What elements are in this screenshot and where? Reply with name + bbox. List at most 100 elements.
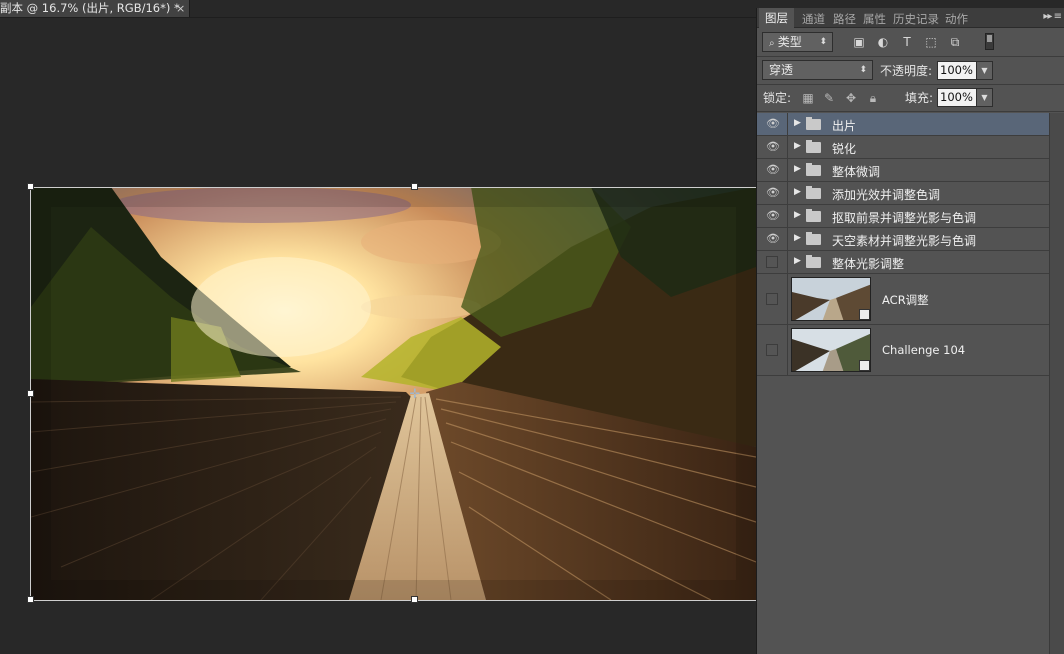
eye-icon[interactable]: 👁︎ bbox=[766, 118, 780, 129]
folder-icon bbox=[806, 140, 821, 153]
visibility-cell[interactable]: 👁︎ bbox=[757, 182, 788, 204]
panel-tab-bar: 图层 通道 路径 属性 历史记录 动作 ▸▸ ≡ bbox=[757, 8, 1064, 29]
eye-icon[interactable]: 👁︎ bbox=[766, 233, 780, 244]
tab-actions[interactable]: 动作 bbox=[945, 11, 968, 27]
fill-input[interactable]: 100% bbox=[937, 88, 977, 107]
layer-name: 整体微调 bbox=[832, 165, 881, 179]
adjustment-filter-icon[interactable]: ◐ bbox=[876, 35, 890, 49]
visibility-cell[interactable]: 👁︎ bbox=[757, 228, 788, 250]
layer-row[interactable]: ACR调整 bbox=[757, 274, 1049, 325]
panel-divider bbox=[757, 84, 1064, 85]
eye-icon[interactable]: 👁︎ bbox=[766, 210, 780, 221]
layer-row[interactable]: 👁︎ ▶ 天空素材并调整光影与色调 bbox=[757, 228, 1049, 251]
expand-triangle-icon[interactable]: ▶ bbox=[794, 256, 801, 266]
close-tab-icon[interactable]: × bbox=[176, 0, 185, 17]
visibility-cell[interactable]: 👁︎ bbox=[757, 113, 788, 135]
transform-handle-bottom-center[interactable] bbox=[411, 596, 418, 603]
visibility-cell[interactable] bbox=[757, 325, 788, 375]
smart-object-filter-icon[interactable]: ⧉ bbox=[948, 35, 962, 49]
expand-triangle-icon[interactable]: ▶ bbox=[794, 164, 801, 174]
image-filter-icon[interactable]: ▣ bbox=[852, 35, 866, 49]
opacity-label: 不透明度: bbox=[880, 64, 933, 78]
shape-filter-icon[interactable]: ⬚ bbox=[924, 35, 938, 49]
panel-divider bbox=[757, 56, 1064, 57]
layer-name: ACR调整 bbox=[882, 293, 929, 307]
lock-transparent-pixels-icon[interactable]: ▦ bbox=[801, 91, 815, 105]
eye-icon[interactable]: 👁︎ bbox=[766, 164, 780, 175]
layer-row[interactable]: ▶ 整体光影调整 bbox=[757, 251, 1049, 274]
transform-bbox-bottom bbox=[30, 600, 756, 601]
visibility-cell[interactable] bbox=[757, 251, 788, 273]
transform-handle-top-center[interactable] bbox=[411, 183, 418, 190]
opacity-input[interactable]: 100% bbox=[937, 61, 977, 80]
layers-scrollbar[interactable] bbox=[1049, 113, 1064, 654]
tab-paths[interactable]: 路径 bbox=[833, 11, 856, 27]
smart-object-badge-icon bbox=[859, 309, 870, 320]
expand-triangle-icon[interactable]: ▶ bbox=[794, 210, 801, 220]
document-tab-title: 副本 @ 16.7% (出片, RGB/16*) * bbox=[0, 1, 180, 15]
document-canvas[interactable] bbox=[31, 187, 756, 600]
visibility-off-box[interactable] bbox=[766, 344, 778, 356]
layer-row[interactable]: 👁︎ ▶ 锐化 bbox=[757, 136, 1049, 159]
blend-mode-dropdown[interactable]: 穿透 ⬍ bbox=[762, 60, 873, 80]
document-tab[interactable]: 副本 @ 16.7% (出片, RGB/16*) * × bbox=[0, 0, 190, 17]
layer-name: Challenge 104 bbox=[882, 343, 966, 357]
eye-icon[interactable]: 👁︎ bbox=[766, 141, 780, 152]
layer-name: 天空素材并调整光影与色调 bbox=[832, 234, 977, 248]
expand-triangle-icon[interactable]: ▶ bbox=[794, 141, 801, 151]
layer-name: 整体光影调整 bbox=[832, 257, 905, 271]
layers-list: 👁︎ ▶ 出片 👁︎ ▶ 锐化 👁︎ ▶ 整体微调 👁︎ ▶ 添加光效并调整色调… bbox=[757, 113, 1049, 383]
layers-panel: 图层 通道 路径 属性 历史记录 动作 ▸▸ ≡ ⌕ 类型 ⬍ ▣ ◐ T ⬚ … bbox=[756, 8, 1064, 654]
search-icon: ⌕ bbox=[769, 38, 778, 49]
blend-mode-value: 穿透 bbox=[769, 63, 794, 77]
transform-handle-middle-left[interactable] bbox=[27, 390, 34, 397]
layer-name: 抠取前景并调整光影与色调 bbox=[832, 211, 977, 225]
tab-history[interactable]: 历史记录 bbox=[893, 11, 939, 27]
visibility-cell[interactable] bbox=[757, 274, 788, 324]
dropdown-arrow-icon: ⬍ bbox=[819, 37, 827, 47]
tab-channels[interactable]: 通道 bbox=[802, 11, 825, 27]
smart-object-badge-icon bbox=[859, 360, 870, 371]
eye-icon[interactable]: 👁︎ bbox=[766, 187, 780, 198]
filter-kind-value: 类型 bbox=[777, 35, 802, 49]
visibility-cell[interactable]: 👁︎ bbox=[757, 136, 788, 158]
tab-bar-divider bbox=[0, 17, 756, 18]
transform-bbox-top bbox=[30, 187, 756, 188]
folder-icon bbox=[806, 186, 821, 199]
visibility-cell[interactable]: 👁︎ bbox=[757, 159, 788, 181]
panel-menu-icon[interactable]: ▸▸ ≡ bbox=[1043, 11, 1062, 22]
layer-row[interactable]: Challenge 104 bbox=[757, 325, 1049, 376]
folder-icon bbox=[806, 163, 821, 176]
panel-divider bbox=[757, 111, 1064, 112]
visibility-off-box[interactable] bbox=[766, 256, 778, 268]
filter-toggle-switch[interactable] bbox=[985, 33, 994, 50]
type-filter-icon[interactable]: T bbox=[900, 35, 914, 49]
tab-properties[interactable]: 属性 bbox=[863, 11, 886, 27]
expand-triangle-icon[interactable]: ▶ bbox=[794, 118, 801, 128]
transform-reference-point-icon[interactable]: ✛ bbox=[408, 388, 422, 402]
layer-name: 锐化 bbox=[832, 142, 857, 156]
transform-handle-top-left[interactable] bbox=[27, 183, 34, 190]
visibility-cell[interactable]: 👁︎ bbox=[757, 205, 788, 227]
layer-row[interactable]: 👁︎ ▶ 抠取前景并调整光影与色调 bbox=[757, 205, 1049, 228]
fill-slider-button[interactable]: ▼ bbox=[976, 88, 993, 107]
expand-triangle-icon[interactable]: ▶ bbox=[794, 187, 801, 197]
expand-triangle-icon[interactable]: ▶ bbox=[794, 233, 801, 243]
folder-icon bbox=[806, 232, 821, 245]
transform-handle-bottom-left[interactable] bbox=[27, 596, 34, 603]
fill-label: 填充: bbox=[905, 91, 934, 105]
layer-row[interactable]: 👁︎ ▶ 添加光效并调整色调 bbox=[757, 182, 1049, 205]
layer-row[interactable]: 👁︎ ▶ 出片 bbox=[757, 113, 1049, 136]
folder-icon bbox=[806, 117, 821, 130]
visibility-off-box[interactable] bbox=[766, 293, 778, 305]
filter-kind-dropdown[interactable]: ⌕ 类型 ⬍ bbox=[762, 32, 833, 52]
lock-image-pixels-icon[interactable]: ✎ bbox=[822, 91, 836, 105]
folder-icon bbox=[806, 255, 821, 268]
lock-position-icon[interactable]: ✥ bbox=[844, 91, 858, 105]
opacity-slider-button[interactable]: ▼ bbox=[976, 61, 993, 80]
layer-row[interactable]: 👁︎ ▶ 整体微调 bbox=[757, 159, 1049, 182]
tab-layers[interactable]: 图层 bbox=[759, 8, 794, 29]
lock-label: 锁定: bbox=[763, 91, 792, 105]
layer-name: 出片 bbox=[832, 119, 857, 133]
lock-all-icon[interactable]: 🔒︎ bbox=[866, 91, 880, 106]
